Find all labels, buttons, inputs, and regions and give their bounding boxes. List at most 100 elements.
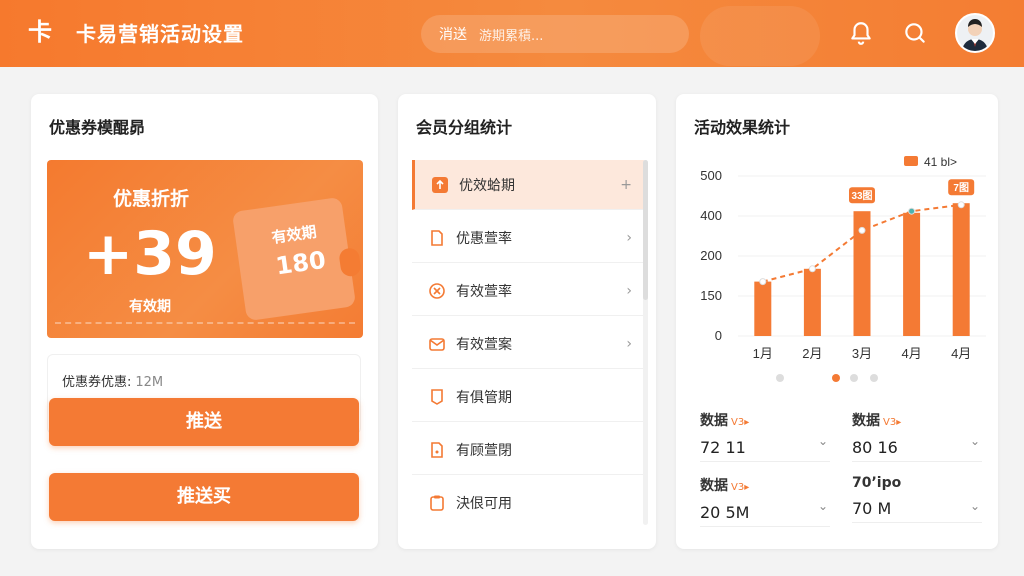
list-item[interactable]: 有效萱案 › xyxy=(412,319,644,369)
stat-value: 72 11 xyxy=(700,438,830,462)
stat-value: 80 16 xyxy=(852,438,982,462)
list-item[interactable]: 有效萱率 › xyxy=(412,266,644,316)
member-group-card: 会员分组统计 決佷可用 有顾萱閉 有俱管期 有效萱案 › 有效萱率 › 优惠萱率 › 优效蛤期 + xyxy=(398,94,656,549)
list-item[interactable]: 有顾萱閉 xyxy=(412,425,644,475)
stat-item[interactable]: 数据 V3▸ 20 5M ⌄ xyxy=(700,475,830,527)
coupon-subtitle: 有效期 xyxy=(129,299,171,315)
stat-label: 70’ipo xyxy=(852,475,982,491)
stat-label: 数据 V3▸ xyxy=(700,475,830,495)
member-group-list: 決佷可用 有顾萱閉 有俱管期 有效萱案 › 有效萱率 › 优惠萱率 › 优效蛤期 + xyxy=(412,160,650,525)
chevron-down-icon[interactable]: ⌄ xyxy=(970,499,980,513)
list-item-label: 有顾萱閉 xyxy=(456,442,512,459)
stat-tag: V3▸ xyxy=(731,482,750,493)
carousel-dot[interactable] xyxy=(850,374,858,382)
stat-tag: V3▸ xyxy=(883,417,902,428)
bell-icon[interactable] xyxy=(848,20,874,46)
plus-icon[interactable]: + xyxy=(620,177,632,193)
y-tick-label: 500 xyxy=(700,168,722,183)
file-icon xyxy=(428,441,446,459)
ticket-badge: 有效期 180 xyxy=(231,196,362,322)
y-tick-label: 150 xyxy=(700,288,722,303)
stat-label-text: 数据 xyxy=(852,413,880,429)
list-item-label: 优效蛤期 xyxy=(459,177,515,194)
stat-value: 70 M xyxy=(852,499,982,523)
coupon-info-key: 优惠券优惠: xyxy=(62,375,132,390)
ticket-value: 180 xyxy=(273,245,328,281)
chevron-right-icon[interactable]: › xyxy=(626,336,632,352)
card-title: 活动效果统计 xyxy=(694,118,791,137)
search-bar[interactable]: 消送 游期累積... xyxy=(421,15,689,53)
x-tick-label: 1月 xyxy=(753,346,773,361)
top-bar: 卡 卡易营销活动设置 消送 游期累積... xyxy=(0,0,1024,67)
list-item-label: 有效萱率 xyxy=(456,283,512,300)
search-button[interactable]: 消送 xyxy=(439,24,467,44)
coupon-template-card: 优惠券模醌昴 优惠折折 +39 有效期 有效期 180 优惠券优惠: 12M 推送… xyxy=(31,94,378,549)
header-decoration xyxy=(700,6,820,66)
list-item-label: 优惠萱率 xyxy=(456,230,512,247)
stat-item[interactable]: 数据 V3▸ 80 16 ⌄ xyxy=(852,410,982,462)
trend-point xyxy=(957,201,965,209)
carousel-dot[interactable] xyxy=(776,374,784,382)
search-input[interactable]: 游期累積... xyxy=(479,25,543,44)
card-title: 会员分组统计 xyxy=(416,118,513,137)
stat-tag: V3▸ xyxy=(731,417,750,428)
list-item[interactable]: 決佷可用 xyxy=(412,478,644,525)
ticket-label: 有效期 xyxy=(270,222,318,247)
trend-point xyxy=(808,265,816,273)
stat-item[interactable]: 数据 V3▸ 72 11 ⌄ xyxy=(700,410,830,462)
stat-label-text: 70’ipo xyxy=(852,475,902,491)
chevron-down-icon[interactable]: ⌄ xyxy=(818,499,828,513)
chevron-down-icon[interactable]: ⌄ xyxy=(970,434,980,448)
card-title: 优惠券模醌昴 xyxy=(49,118,146,137)
data-badge-label: 7图 xyxy=(953,182,969,194)
user-avatar-icon xyxy=(957,15,993,51)
stat-value: 20 5M xyxy=(700,503,830,527)
stat-label: 数据 V3▸ xyxy=(700,410,830,430)
legend-swatch xyxy=(904,156,918,166)
ticket-notch xyxy=(338,246,362,278)
tag-icon xyxy=(428,388,446,406)
search-icon[interactable] xyxy=(902,20,928,46)
upload-icon xyxy=(431,176,449,194)
stat-label-text: 数据 xyxy=(700,478,728,494)
chart-bar xyxy=(952,203,970,336)
coupon-preview[interactable]: 优惠折折 +39 有效期 有效期 180 xyxy=(47,160,363,338)
cancel-circle-icon xyxy=(428,282,446,300)
mail-icon xyxy=(428,335,446,353)
stat-label-text: 数据 xyxy=(700,413,728,429)
x-tick-label: 2月 xyxy=(802,346,822,361)
list-item[interactable]: 有俱管期 xyxy=(412,372,644,422)
avatar[interactable] xyxy=(955,13,995,53)
coupon-title: 优惠折折 xyxy=(113,188,190,210)
carousel-dot[interactable] xyxy=(870,374,878,382)
scrollbar[interactable] xyxy=(643,160,648,300)
data-badge-label: 33图 xyxy=(851,190,872,202)
chart-bar xyxy=(903,212,921,336)
y-tick-label: 200 xyxy=(700,248,722,263)
coupon-info-label: 优惠券优惠: 12M xyxy=(62,371,163,390)
list-item-label: 決佷可用 xyxy=(456,495,512,512)
app-logo[interactable]: 卡 xyxy=(24,14,56,50)
stat-label: 数据 V3▸ xyxy=(852,410,982,430)
trend-point xyxy=(759,278,767,286)
list-item-label: 有俱管期 xyxy=(456,389,512,406)
trend-point xyxy=(858,226,866,234)
list-item-label: 有效萱案 xyxy=(456,336,512,353)
push-button[interactable]: 推送 xyxy=(49,398,359,446)
chevron-down-icon[interactable]: ⌄ xyxy=(818,434,828,448)
x-tick-label: 4月 xyxy=(951,346,971,361)
chevron-right-icon[interactable]: › xyxy=(626,230,632,246)
carousel-dot-active[interactable] xyxy=(832,374,840,382)
list-item[interactable]: 优惠萱率 › xyxy=(412,213,644,263)
effect-stats-card: 活动效果统计 500 400 200 150 0 1月 2月 3月 4月 4月 33图 7图 41 bl… xyxy=(676,94,998,549)
y-tick-label: 0 xyxy=(715,328,722,343)
x-tick-label: 3月 xyxy=(852,346,872,361)
coupon-info-value: 12M xyxy=(135,375,164,390)
stat-item[interactable]: 70’ipo 70 M ⌄ xyxy=(852,475,982,523)
list-item[interactable]: 优效蛤期 + xyxy=(412,160,644,210)
x-tick-label: 4月 xyxy=(901,346,921,361)
trend-point xyxy=(908,207,916,215)
coupon-dashed-edge xyxy=(55,322,355,324)
chevron-right-icon[interactable]: › xyxy=(626,283,632,299)
push-buy-button[interactable]: 推送买 xyxy=(49,473,359,521)
